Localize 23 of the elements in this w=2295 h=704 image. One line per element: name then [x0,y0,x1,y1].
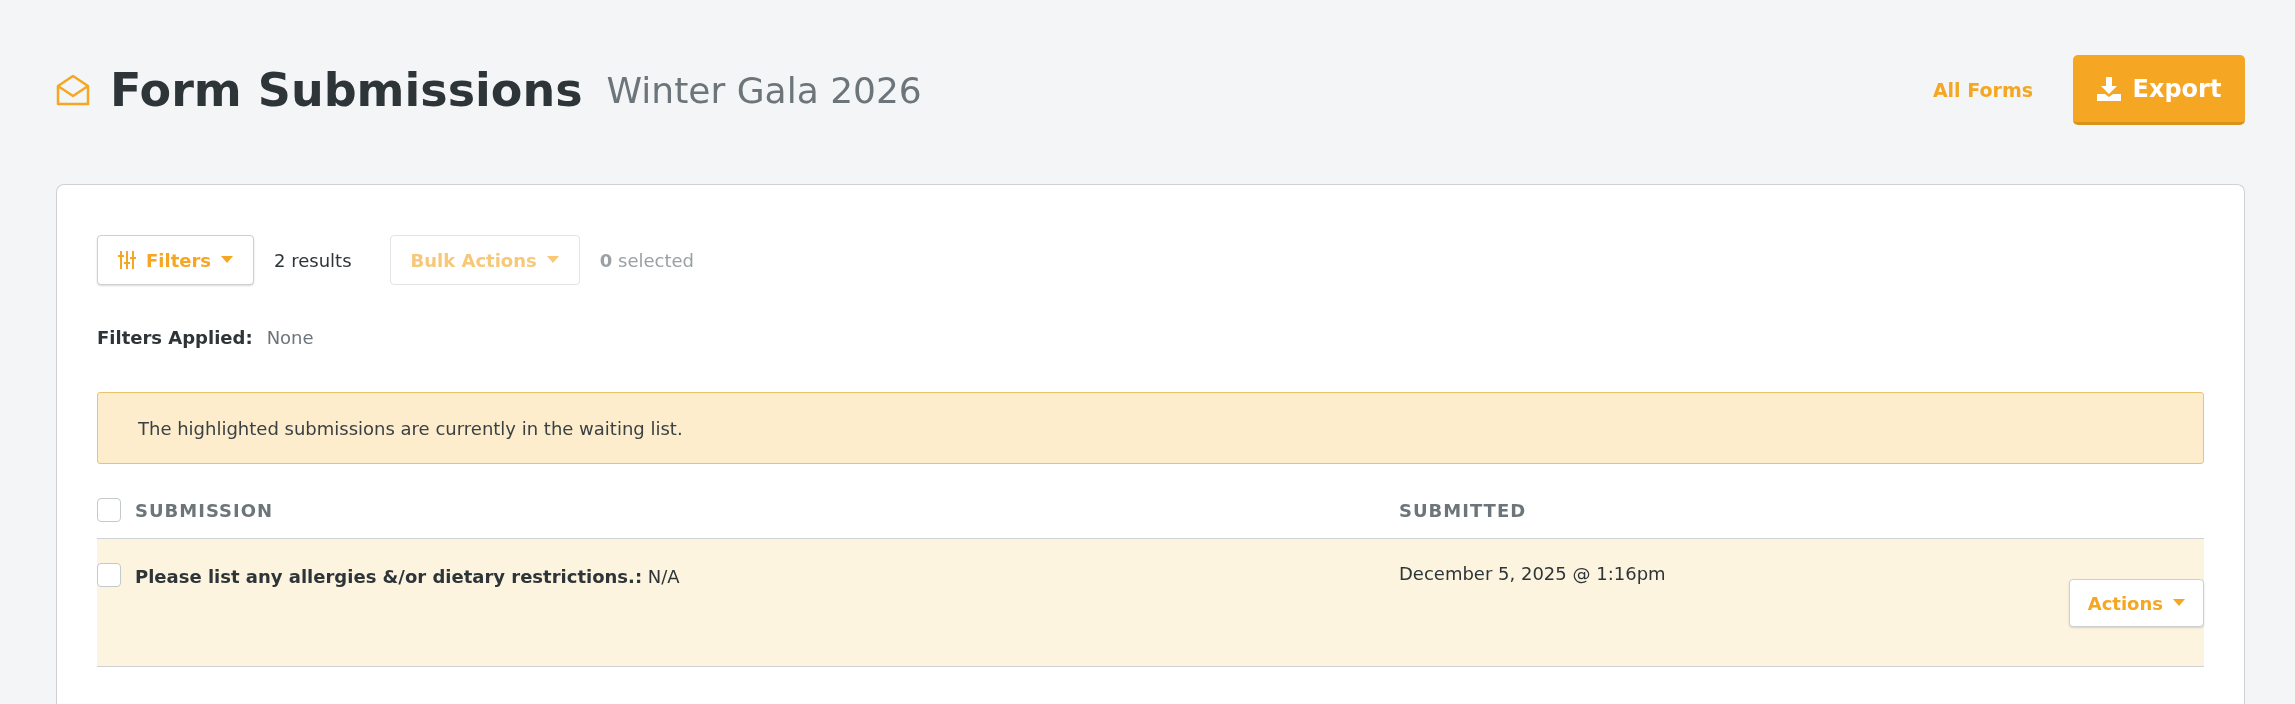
all-forms-link[interactable]: All Forms [1932,79,2033,101]
sliders-icon [118,251,136,269]
results-count: 2 results [274,249,352,271]
filters-applied-label: Filters Applied: [97,327,253,348]
filters-button[interactable]: Filters [97,235,255,285]
envelope-icon [56,74,90,106]
caret-icon [546,256,559,264]
caret-icon [2173,599,2185,607]
page-title: Form Submissions [110,63,583,117]
submission-cell-text: Please list any allergies &/or dietary restrictions.: N/A [135,564,680,587]
export-button[interactable]: Export [2073,55,2245,125]
row-checkbox[interactable] [97,563,121,587]
download-icon [2096,76,2121,101]
page-subtitle: Winter Gala 2026 [606,69,922,111]
column-header: SUBMITTED [1399,499,1527,521]
column-header: SUBMISSION [135,499,274,521]
selected-count: 0 selected [599,249,694,271]
caret-icon [221,256,234,264]
actions-button[interactable]: Actions [2068,579,2204,627]
waitlist-alert: The highlighted submissions are currently in the waiting list. [97,392,2204,464]
submitted-cell-text: December 5, 2025 @ 1:16pm [1399,562,1666,584]
filters-applied-value: None [266,327,314,348]
select-all-checkbox[interactable] [97,498,121,522]
